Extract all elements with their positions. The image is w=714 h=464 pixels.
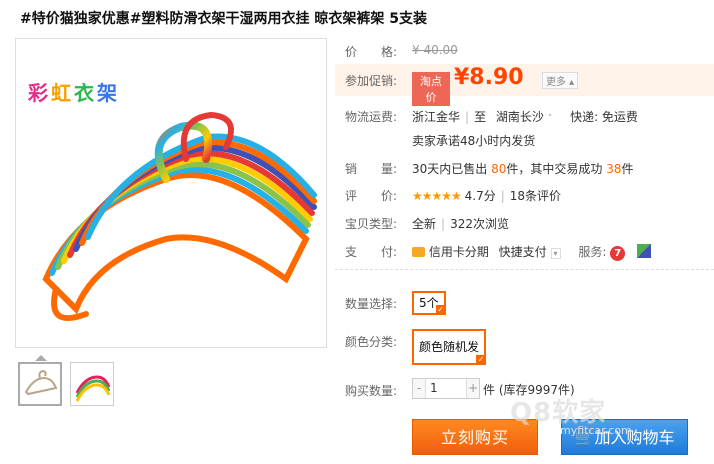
thumbnail-selected-arrow	[35, 355, 47, 361]
type-label: 宝贝类型:	[345, 217, 398, 231]
promo-price: ¥8.90	[454, 65, 524, 90]
promo-tag[interactable]: 淘点价	[412, 72, 450, 106]
chevron-down-icon: ˅	[547, 114, 553, 124]
chevron-down-icon[interactable]: ▾	[550, 248, 561, 259]
sales-label: 销 量:	[345, 162, 398, 176]
shipping-label: 物流运费:	[345, 110, 398, 124]
quantity-stepper: - 1 +	[412, 378, 480, 399]
check-icon: ✓	[435, 305, 446, 315]
color-option-label: 颜色分类:	[345, 335, 398, 349]
review-count-link[interactable]: 18条评价	[510, 189, 561, 203]
view-count: 322次浏览	[450, 217, 509, 231]
thumbnail-colorful-hanger-icon	[75, 375, 111, 402]
quantity-input[interactable]: 1	[425, 379, 467, 398]
brand-logo: 彩虹衣架	[28, 81, 120, 105]
rating-stars: ★★★★★	[412, 189, 462, 203]
promo-row: 参加促销: 淘点价 ¥8.90 更多 ▴	[335, 64, 714, 106]
ship-to-dropdown[interactable]: 湖南长沙 ˅	[496, 110, 552, 124]
success-count: 38	[606, 162, 622, 176]
product-main-image[interactable]: 彩虹衣架	[15, 38, 327, 348]
decrement-button[interactable]: -	[413, 379, 425, 398]
increment-button[interactable]: +	[467, 379, 479, 398]
more-promo-button[interactable]: 更多 ▴	[542, 72, 579, 89]
check-icon: ✓	[476, 355, 487, 365]
guarantee-icon[interactable]	[637, 244, 652, 258]
fast-pay-link[interactable]: 快捷支付	[499, 245, 547, 259]
thumbnail-1[interactable]	[18, 362, 62, 406]
thumbnail-2[interactable]	[70, 362, 114, 406]
quantity-option-label: 数量选择:	[345, 297, 398, 311]
thumbnail-hanger-icon	[24, 369, 58, 396]
sold-count: 80	[491, 162, 507, 176]
promo-label: 参加促销:	[345, 74, 398, 88]
price-label: 价 格:	[345, 45, 398, 59]
watermark-sub: myfitcar.com	[560, 424, 632, 437]
rating-score: 4.7分	[464, 189, 496, 203]
original-price: ¥ 40.00	[412, 43, 458, 57]
condition: 全新	[412, 217, 437, 231]
purchase-qty-label: 购买数量:	[345, 384, 398, 398]
product-title: #特价猫独家优惠#塑料防滑衣架干湿两用衣挂 晾衣架裤架 5支装	[20, 11, 427, 27]
credit-card-icon	[412, 247, 425, 257]
seven-day-return-icon[interactable]: 7	[610, 246, 626, 261]
installment-link[interactable]: 信用卡分期	[429, 245, 489, 259]
rating-label: 评 价:	[345, 189, 398, 203]
shipping-note: 卖家承诺48小时内发货	[412, 134, 536, 148]
ship-to-prefix: 至	[474, 110, 487, 124]
divider	[335, 269, 714, 270]
color-option-random[interactable]: 颜色随机发 ✓	[412, 329, 487, 365]
service-label: 服务:	[578, 245, 607, 259]
quantity-option-5[interactable]: 5个 ✓	[412, 291, 446, 315]
ship-from: 浙江金华	[412, 110, 461, 124]
payment-label: 支 付:	[345, 245, 398, 259]
express-fee: 快递: 免运费	[570, 110, 638, 124]
